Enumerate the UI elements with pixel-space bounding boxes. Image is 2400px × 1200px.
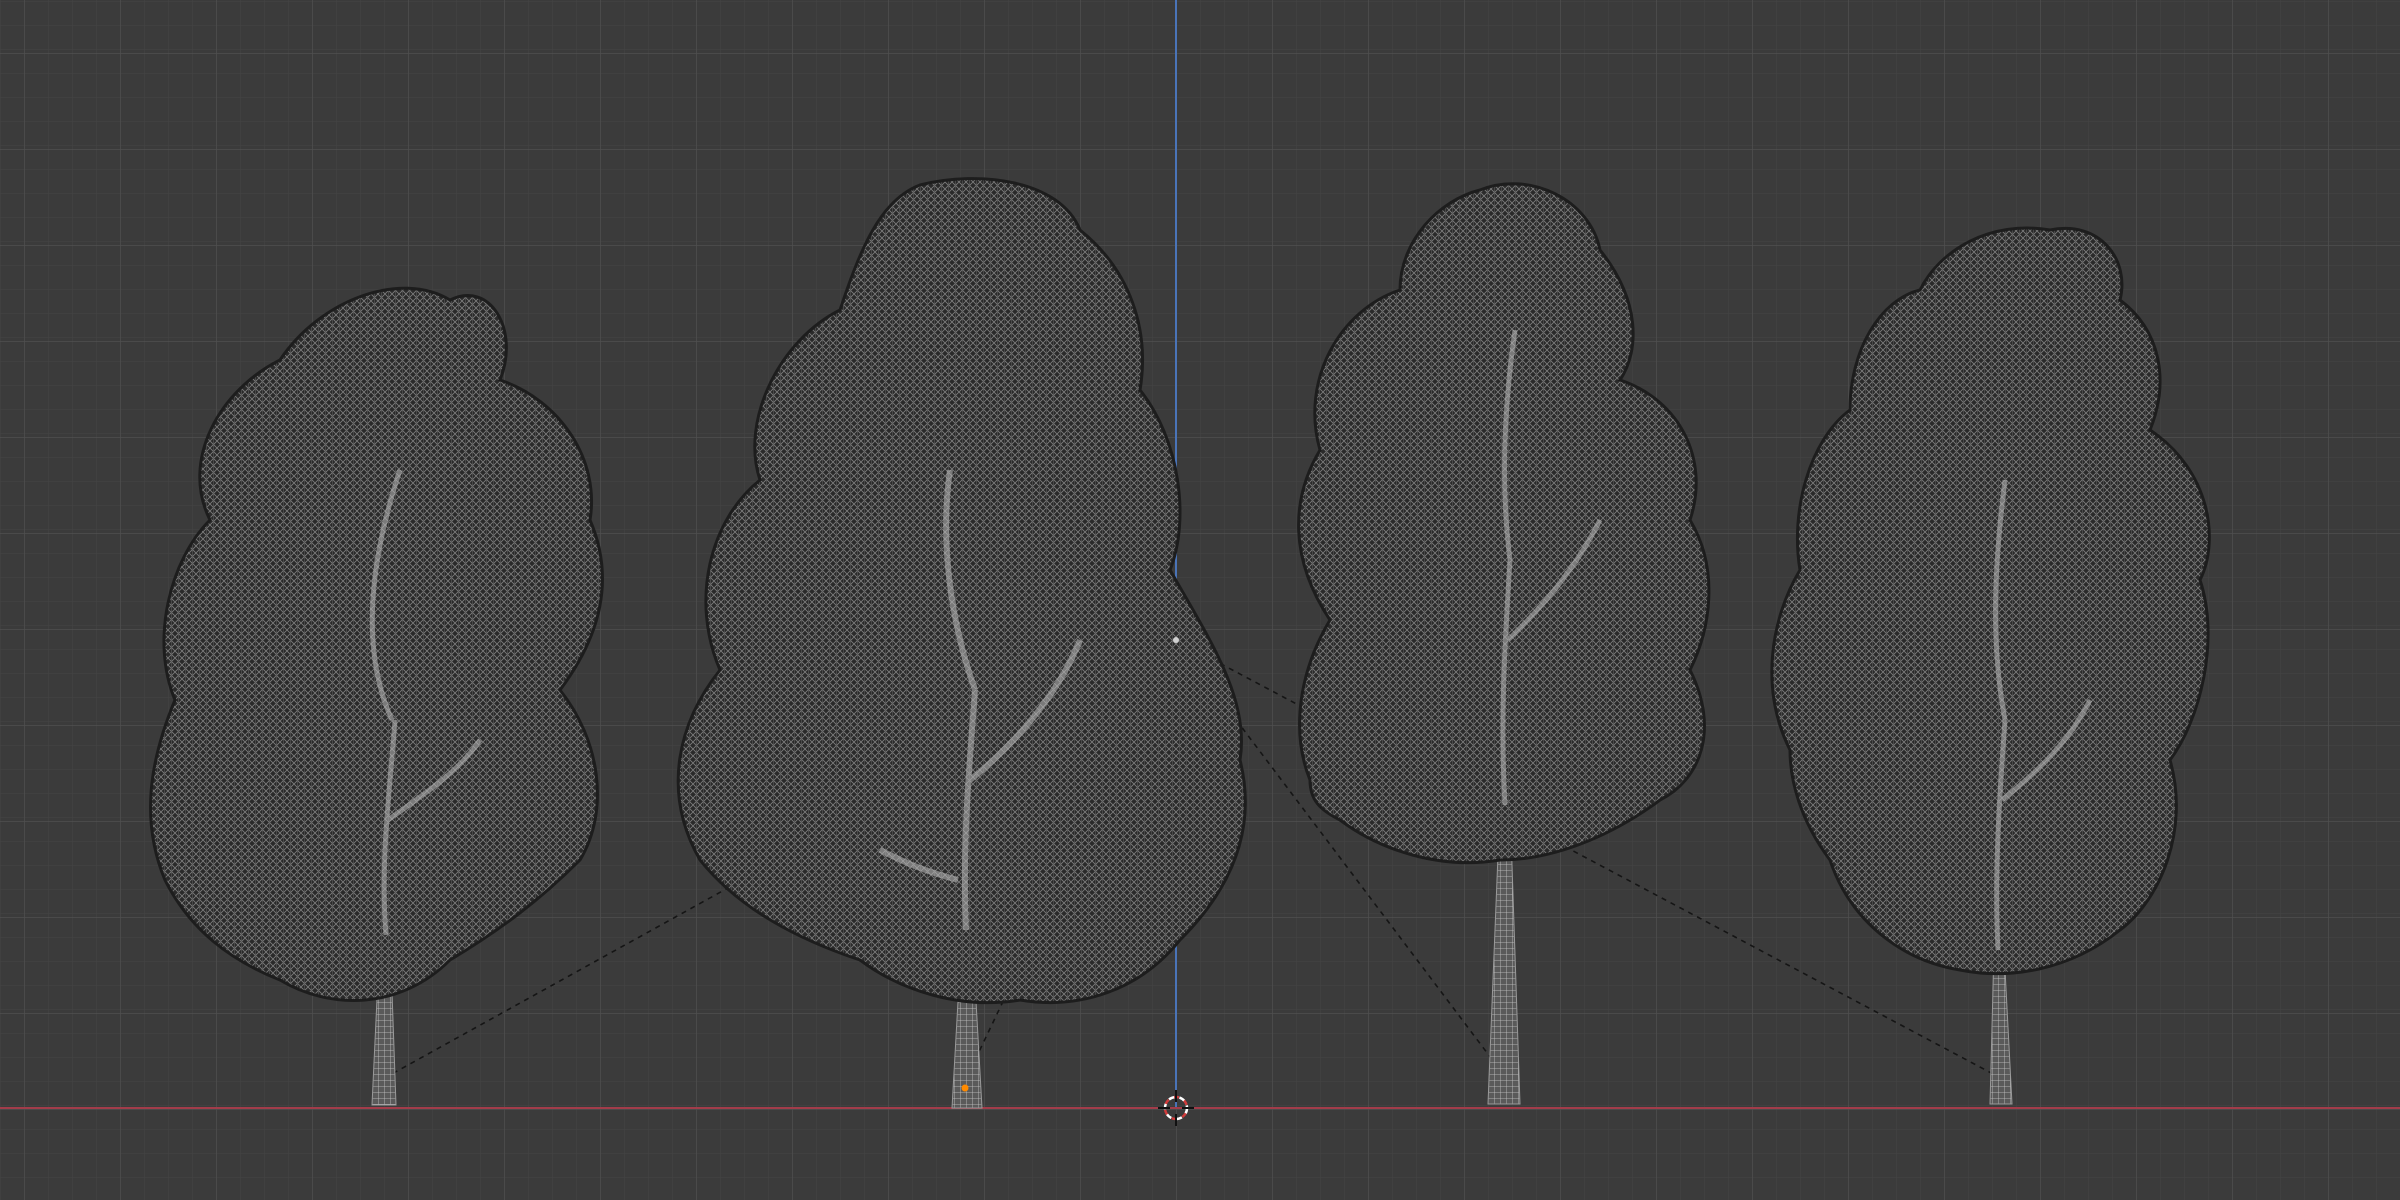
tree-3[interactable] — [1297, 182, 1711, 1105]
3d-viewport[interactable] — [0, 0, 2400, 1200]
tree-2[interactable] — [676, 177, 1247, 1109]
scene-objects[interactable] — [0, 0, 2400, 1200]
3d-cursor-icon[interactable] — [1158, 1090, 1194, 1126]
active-object-origin — [961, 1084, 969, 1092]
tree-1[interactable] — [149, 286, 604, 1106]
point-light[interactable] — [1173, 637, 1179, 643]
tree-4[interactable] — [1770, 226, 2211, 1105]
